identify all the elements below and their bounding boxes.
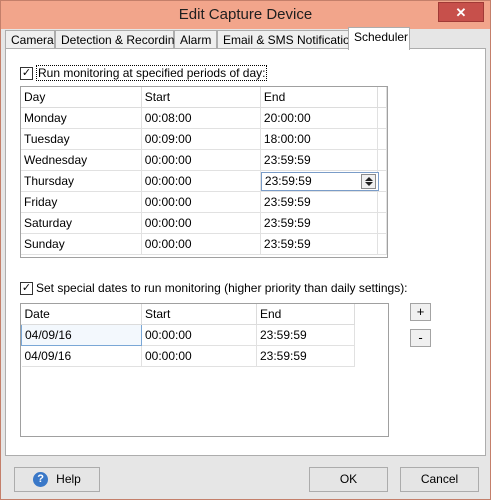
date-cell[interactable]: 04/09/16	[21, 345, 142, 367]
spin-down-icon[interactable]	[364, 181, 373, 186]
filler-cell	[377, 212, 387, 234]
start-cell[interactable]: 00:08:00	[141, 107, 261, 129]
column-header-date[interactable]: Date	[21, 304, 142, 325]
tab-camera[interactable]: Camera	[5, 30, 55, 49]
date-cell-selected[interactable]: 04/09/16	[21, 323, 142, 346]
tab-detection-recording[interactable]: Detection & Recording	[55, 30, 181, 49]
column-header-start[interactable]: Start	[141, 87, 261, 108]
day-cell[interactable]: Monday	[21, 107, 142, 129]
table-row[interactable]: Thursday 00:00:00 23:59:59	[21, 170, 387, 192]
daily-schedule-table[interactable]: Day Start End Monday 00:08:00 20:00:00 T	[20, 86, 388, 258]
table-row[interactable]: Wednesday 00:00:00 23:59:59	[21, 149, 387, 171]
start-cell[interactable]: 00:00:00	[141, 191, 261, 213]
day-cell[interactable]: Sunday	[21, 233, 142, 255]
daily-header-row: Day Start End	[21, 87, 387, 108]
start-cell[interactable]: 00:00:00	[141, 345, 257, 367]
column-header-end[interactable]: End	[260, 87, 379, 108]
table-row[interactable]: Tuesday 00:09:00 18:00:00	[21, 128, 387, 150]
end-cell[interactable]: 23:59:59	[260, 212, 379, 234]
day-cell[interactable]: Friday	[21, 191, 142, 213]
daily-monitoring-label: Run monitoring at specified periods of d…	[36, 65, 268, 81]
end-cell[interactable]: 20:00:00	[260, 107, 379, 129]
remove-date-button[interactable]: -	[410, 329, 431, 347]
close-button[interactable]: ✕	[438, 2, 484, 22]
add-date-button[interactable]: +	[410, 303, 431, 321]
ok-button[interactable]: OK	[309, 467, 388, 492]
column-header-start[interactable]: Start	[141, 304, 257, 325]
tab-alarm[interactable]: Alarm	[174, 30, 217, 49]
filler-cell	[377, 191, 387, 213]
end-cell[interactable]: 23:59:59	[256, 324, 355, 346]
table-row[interactable]: Sunday 00:00:00 23:59:59	[21, 233, 387, 255]
column-header-end[interactable]: End	[256, 304, 355, 325]
table-row[interactable]: Friday 00:00:00 23:59:59	[21, 191, 387, 213]
start-cell[interactable]: 00:00:00	[141, 170, 261, 192]
edit-capture-device-window: Edit Capture Device ✕ Camera Detection &…	[0, 0, 491, 500]
end-cell-editor-wrap: 23:59:59	[260, 170, 379, 192]
start-cell[interactable]: 00:00:00	[141, 212, 261, 234]
tab-scheduler[interactable]: Scheduler	[348, 27, 410, 50]
end-cell[interactable]: 23:59:59	[260, 191, 379, 213]
special-header-row: Date Start End	[21, 304, 355, 325]
table-row[interactable]: Saturday 00:00:00 23:59:59	[21, 212, 387, 234]
spin-up-icon[interactable]	[364, 176, 373, 181]
filler-cell	[377, 233, 387, 255]
end-cell[interactable]: 18:00:00	[260, 128, 379, 150]
day-cell[interactable]: Tuesday	[21, 128, 142, 150]
end-cell[interactable]: 23:59:59	[260, 233, 379, 255]
tab-email-sms-notifications[interactable]: Email & SMS Notifications	[217, 30, 362, 49]
end-time-value: 23:59:59	[264, 173, 312, 188]
help-button[interactable]: ? Help	[14, 467, 100, 492]
end-cell[interactable]: 23:59:59	[256, 345, 355, 367]
scheduler-panel: ✓ Run monitoring at specified periods of…	[5, 48, 486, 456]
start-cell[interactable]: 00:00:00	[141, 233, 261, 255]
cancel-button[interactable]: Cancel	[400, 467, 479, 492]
start-cell[interactable]: 00:09:00	[141, 128, 261, 150]
table-row[interactable]: 04/09/16 00:00:00 23:59:59	[21, 323, 355, 346]
filler-cell	[377, 107, 387, 129]
day-cell[interactable]: Wednesday	[21, 149, 142, 171]
end-time-editor[interactable]: 23:59:59	[260, 171, 379, 191]
day-cell[interactable]: Saturday	[21, 212, 142, 234]
time-spinner[interactable]	[360, 173, 376, 189]
help-icon: ?	[33, 472, 49, 488]
help-button-label: Help	[56, 472, 81, 486]
daily-monitoring-label-wrap: Run monitoring at specified periods of d…	[36, 65, 268, 81]
special-dates-table[interactable]: Date Start End 04/09/16 00:00:00 23:59:5…	[20, 303, 389, 437]
column-header-filler	[377, 87, 387, 108]
table-row[interactable]: Monday 00:08:00 20:00:00	[21, 107, 387, 129]
filler-cell	[377, 149, 387, 171]
day-cell[interactable]: Thursday	[21, 170, 142, 192]
end-cell[interactable]: 23:59:59	[260, 149, 379, 171]
title-bar[interactable]: Edit Capture Device ✕	[1, 1, 490, 29]
daily-monitoring-checkbox[interactable]: ✓	[20, 67, 33, 80]
start-cell[interactable]: 00:00:00	[141, 324, 257, 346]
special-dates-checkbox[interactable]: ✓	[20, 282, 33, 295]
start-cell[interactable]: 00:00:00	[141, 149, 261, 171]
filler-cell	[377, 128, 387, 150]
special-dates-label: Set special dates to run monitoring (hig…	[36, 281, 408, 295]
column-header-day[interactable]: Day	[21, 87, 142, 108]
window-title: Edit Capture Device	[178, 6, 313, 23]
table-row[interactable]: 04/09/16 00:00:00 23:59:59	[21, 345, 355, 367]
